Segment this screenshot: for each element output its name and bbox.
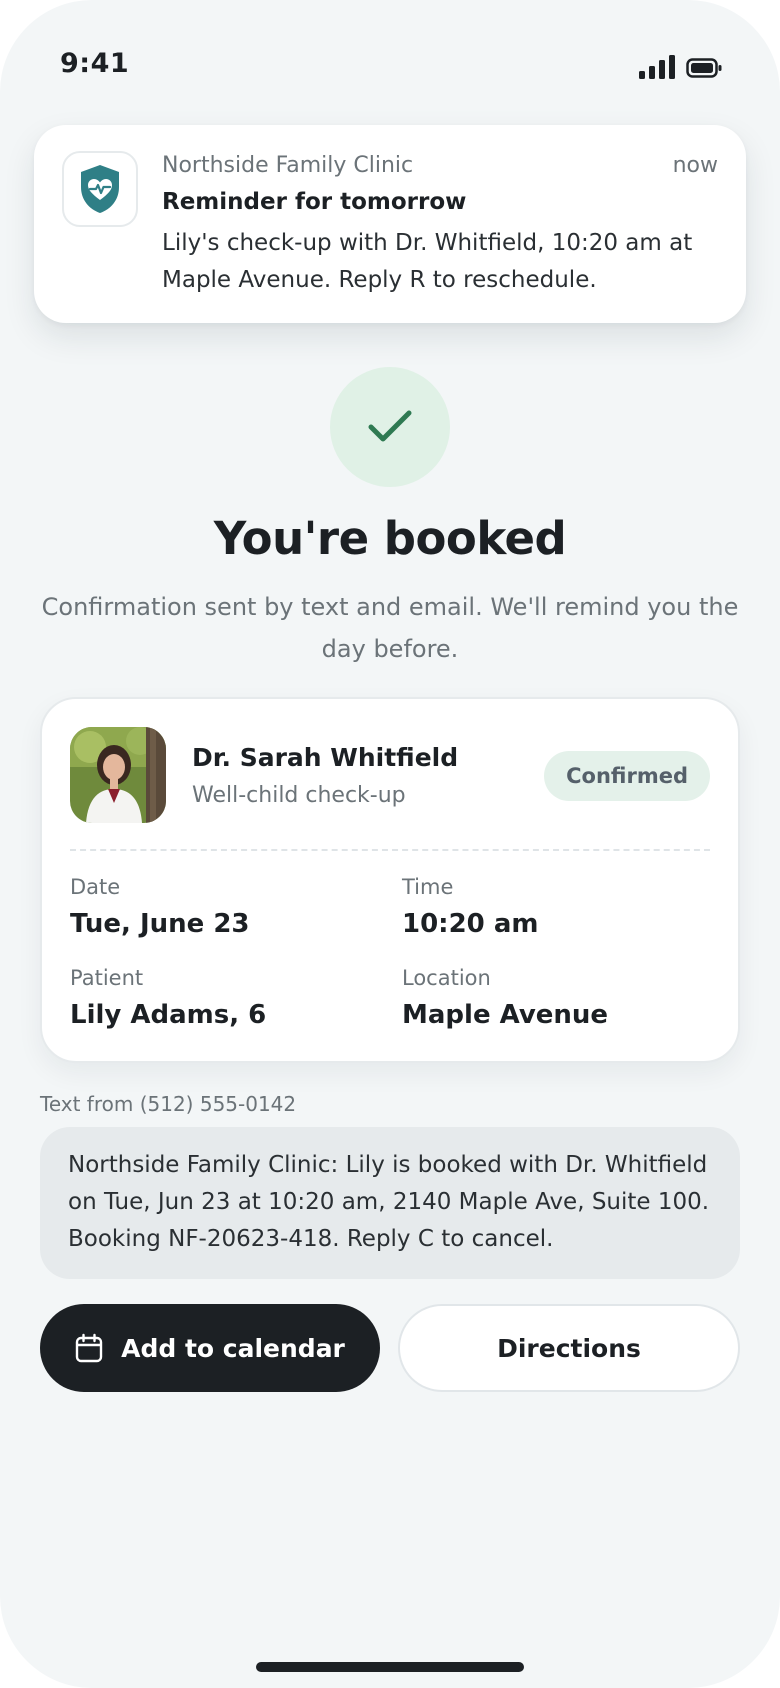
- directions-button[interactable]: Directions: [398, 1304, 740, 1392]
- page-subtitle: Confirmation sent by text and email. We'…: [41, 593, 739, 663]
- page-title: You're booked: [213, 512, 567, 565]
- status-time: 9:41: [60, 48, 130, 79]
- time-value: 10:20 am: [402, 909, 539, 939]
- phone-screen: 9:41 Northside Family Clinic now Reminde…: [0, 0, 780, 1688]
- clinic-app-icon: [62, 151, 138, 227]
- directions-label: Directions: [497, 1333, 641, 1363]
- card-divider: [70, 849, 710, 851]
- doctor-avatar: [70, 727, 166, 823]
- visit-type: Well-child check-up: [192, 783, 406, 808]
- notification-app-name: Northside Family Clinic: [162, 153, 414, 178]
- sms-bubble: Northside Family Clinic: Lily is booked …: [40, 1127, 740, 1279]
- notification-body: Lily's check-up with Dr. Whitfield, 10:2…: [162, 230, 693, 293]
- notification-time: now: [672, 153, 718, 178]
- notification-title: Reminder for tomorrow: [162, 189, 467, 215]
- patient-value: Lily Adams, 6: [70, 1000, 267, 1030]
- location-value: Maple Avenue: [402, 1000, 609, 1030]
- signal-icon: [639, 55, 675, 79]
- add-to-calendar-label: Add to calendar: [121, 1333, 345, 1363]
- location-label: Location: [402, 966, 491, 990]
- doctor-name: Dr. Sarah Whitfield: [192, 743, 459, 772]
- time-label: Time: [402, 875, 454, 899]
- reminder-notification[interactable]: Northside Family Clinic now Reminder for…: [34, 125, 746, 323]
- heart-shield-icon: [81, 165, 119, 213]
- date-label: Date: [70, 875, 121, 899]
- status-badge: Confirmed: [544, 751, 710, 801]
- calendar-icon: [75, 1333, 103, 1363]
- date-value: Tue, June 23: [70, 909, 250, 939]
- patient-label: Patient: [70, 966, 144, 990]
- add-to-calendar-button[interactable]: Add to calendar: [40, 1304, 380, 1392]
- checkmark-icon: [368, 410, 412, 442]
- battery-icon: [686, 58, 722, 78]
- home-indicator[interactable]: [256, 1662, 524, 1672]
- appointment-card: Dr. Sarah Whitfield Well-child check-up …: [40, 697, 740, 1063]
- success-badge: [330, 367, 450, 487]
- sms-sender: Text from (512) 555-0142: [40, 1092, 297, 1116]
